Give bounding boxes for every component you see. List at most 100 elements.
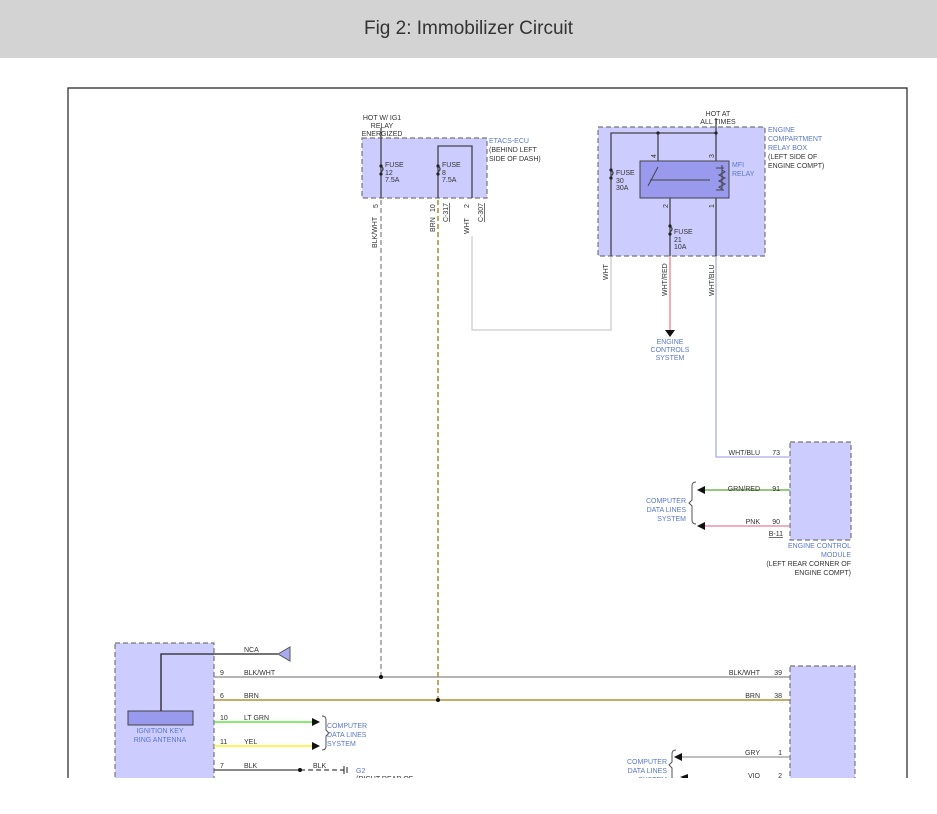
diagram-label: WHT — [464, 217, 471, 234]
diagram-label: GRY — [745, 750, 760, 757]
diagram-label: 1 — [778, 750, 782, 757]
diagram-label: LT GRN — [244, 715, 269, 722]
location: SIDE OF DASH) — [489, 156, 541, 163]
diagram-label: GRN/RED — [728, 486, 760, 493]
diagram-label: ENGINE CONTROL — [788, 543, 851, 550]
diagram-label: ENGINE COMPT) — [768, 163, 824, 170]
diagram-mark — [379, 172, 383, 176]
diagram-mark — [436, 164, 440, 168]
diagram-label: 21 — [674, 237, 682, 244]
diagram-mark — [298, 768, 302, 772]
diagram-mark — [379, 675, 383, 679]
diagram-label: 12 — [385, 170, 393, 177]
component-name: ETACS-ECU — [489, 138, 529, 145]
diagram-label: C-317 — [443, 203, 450, 222]
diagram-label: COMPARTMENT — [768, 136, 823, 143]
diagram-label: 6 — [220, 693, 224, 700]
diagram-mark — [379, 164, 383, 168]
diagram-label: ENGINE — [768, 127, 795, 134]
ground-icon — [343, 766, 348, 774]
diagram-label: 10A — [674, 244, 687, 251]
diagram-mark — [789, 441, 852, 541]
diagram-label: COMPUTER — [627, 759, 667, 766]
diagram-label: WHT/BLU — [729, 450, 761, 457]
diagram-label: BLK — [244, 763, 258, 770]
diagram-label: VIO — [748, 773, 761, 780]
diagram-label: (LEFT REAR CORNER OF — [766, 561, 851, 568]
diagram-label: FUSE — [674, 229, 693, 236]
antenna-triangle-icon — [277, 646, 291, 662]
diagram-label: RELAY BOX — [768, 145, 807, 152]
right-module: BLK/WHT 39 BRN 38 GRY 1 VIO 2 COMPUTER DATA … — [627, 665, 856, 780]
diagram-mark — [436, 172, 440, 176]
location: (BEHIND LEFT — [489, 147, 538, 154]
diagram-label: WHT/RED — [662, 263, 669, 296]
diagram-label: ALL TIMES — [700, 119, 736, 126]
diagram-label: 91 — [772, 486, 780, 493]
diagram-label: SYSTEM — [657, 516, 686, 523]
diagram-mark — [789, 665, 856, 778]
brace — [688, 481, 697, 525]
ignition-key-ring-antenna: IGNITION KEY RING ANTENNA NCA 9 BLK/WHT 6… — [114, 642, 790, 783]
diagram-label: FUSE — [385, 162, 404, 169]
diagram-label: COMPUTER — [646, 498, 686, 505]
diagram-label: 38 — [774, 693, 782, 700]
diagram-label: BRN — [745, 693, 760, 700]
diagram-label: NCA — [244, 647, 259, 654]
diagram-mark — [609, 168, 613, 172]
arrow-right-icon — [312, 718, 320, 750]
diagram-label: IGNITION KEY — [136, 728, 183, 735]
diagram-label: 3 — [709, 154, 716, 158]
diagram-label: DATA LINES — [647, 507, 687, 514]
arrow-left-icon — [697, 486, 705, 530]
diagram-label: SYSTEM — [656, 355, 685, 362]
diagram-label: WHT — [603, 263, 610, 280]
diagram-label: ENGINE COMPT) — [795, 570, 851, 577]
diagram-label: 4 — [651, 154, 658, 158]
diagram-label: ENGINE — [657, 339, 684, 346]
diagram-label: 2 — [663, 204, 670, 208]
diagram-label: 2 — [464, 204, 471, 208]
diagram-label: HOT AT — [706, 111, 731, 118]
diagram-label: G2 — [356, 768, 365, 775]
diagram-label: BLK/WHT — [372, 216, 379, 248]
diagram-label: PNK — [746, 519, 761, 526]
diagram-label: MFI — [732, 162, 744, 169]
diagram-mark — [714, 131, 718, 135]
diagram-mark — [127, 710, 194, 726]
diagram-mark: HOT W/ IG1 RELAY ENERGIZED ETACS-ECU (BE… — [67, 87, 908, 783]
diagram-label: 10 — [220, 715, 228, 722]
etacs-ecu: HOT W/ IG1 RELAY ENERGIZED ETACS-ECU (BE… — [361, 115, 541, 248]
diagram-label: BRN — [430, 217, 437, 232]
diagram-label: 30 — [616, 178, 624, 185]
diagram-label: B-11 — [769, 531, 783, 538]
diagram-label: 11 — [220, 739, 227, 746]
diagram-label: 8 — [442, 170, 446, 177]
label: HOT W/ IG1 — [363, 115, 401, 122]
diagram-label: 90 — [772, 519, 780, 526]
diagram-mark — [668, 749, 677, 778]
diagram-label: BLK/WHT — [244, 670, 276, 677]
diagram-label: 5 — [373, 204, 380, 208]
diagram-label: 7 — [220, 763, 224, 770]
wire-wht — [471, 236, 612, 331]
diagram-mark — [680, 774, 688, 778]
immobilizer-wiring-diagram: HOT W/ IG1 RELAY ENERGIZED ETACS-ECU (BE… — [67, 87, 908, 783]
diagram-label: YEL — [244, 739, 257, 746]
diagram-label: COMPUTER — [327, 723, 367, 730]
engine-control-module: WHT/BLU 73 GRN/RED 91 PNK 90 B-11 COMPUTER … — [646, 441, 852, 577]
diagram-mark — [656, 131, 660, 135]
diagram-label: 10 — [430, 204, 437, 212]
diagram-label: (RIGHT REAR OF — [356, 776, 413, 783]
diagram-label: BLK/WHT — [729, 670, 761, 677]
diagram-label: MODULE — [821, 552, 851, 559]
diagram-label: BRN — [244, 693, 259, 700]
arrow-left-icon — [674, 753, 682, 761]
diagram-label: 1 — [709, 204, 716, 208]
wire-wht-blu — [715, 256, 790, 458]
diagram-label: 7.5A — [385, 177, 400, 184]
diagram-label: BLK — [313, 763, 327, 770]
diagram-label: (LEFT SIDE OF — [768, 154, 817, 161]
diagram-label: C-307 — [478, 203, 485, 222]
diagram-label: DATA LINES — [327, 732, 367, 739]
